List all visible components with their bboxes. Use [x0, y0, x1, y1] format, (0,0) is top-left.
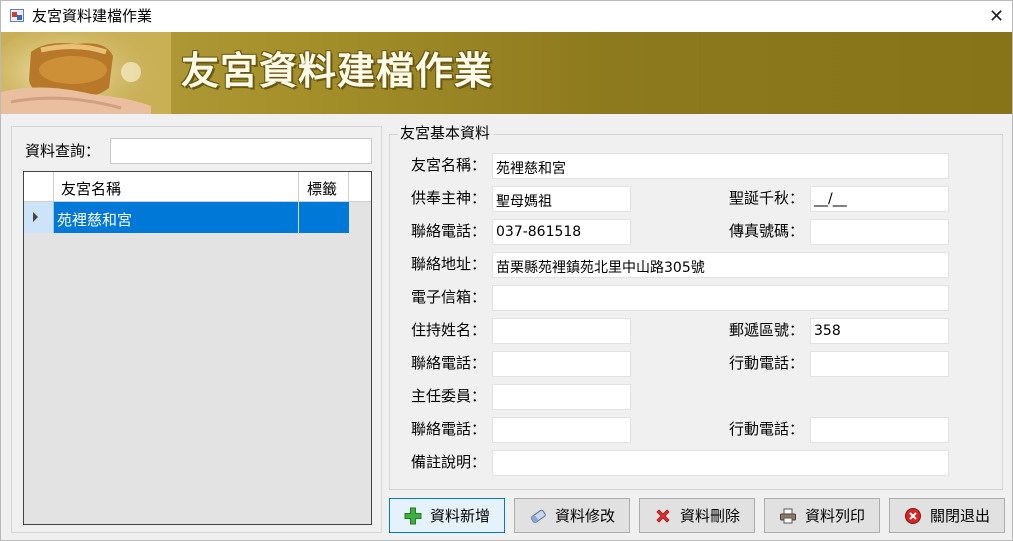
delete-record-label: 資料刪除: [679, 507, 740, 525]
close-circle-icon: [904, 507, 922, 525]
add-record-button[interactable]: 資料新增: [389, 498, 505, 533]
column-header-tag[interactable]: 標籤: [299, 172, 349, 202]
birthday-label: 聖誕千秋：: [729, 189, 805, 207]
edit-record-button[interactable]: 資料修改: [514, 498, 630, 533]
cell-tag[interactable]: [299, 202, 349, 233]
basic-info-group-title: 友宮基本資料: [398, 124, 494, 142]
temple-name-field[interactable]: 苑裡慈和宮: [492, 153, 949, 179]
email-label: 電子信箱：: [411, 288, 487, 306]
column-header-name[interactable]: 友宮名稱: [54, 172, 299, 202]
print-record-button[interactable]: 資料列印: [764, 498, 880, 533]
close-exit-button[interactable]: 關閉退出: [889, 498, 1005, 533]
deity-field[interactable]: 聖母媽祖: [492, 186, 631, 212]
edit-record-label: 資料修改: [554, 507, 615, 525]
abbot-mobile-field[interactable]: [810, 351, 949, 377]
phone-label: 聯絡電話：: [411, 222, 487, 240]
current-row-arrow-icon: [33, 212, 38, 222]
phone-field[interactable]: 037-861518: [492, 219, 631, 245]
delete-record-button[interactable]: 資料刪除: [639, 498, 755, 533]
grid-corner: [24, 172, 54, 202]
email-field[interactable]: [492, 285, 949, 311]
abbot-name-label: 住持姓名：: [411, 321, 487, 339]
search-label: 資料查詢：: [25, 142, 101, 160]
banner-title: 友宮資料建檔作業: [181, 48, 494, 93]
fax-field[interactable]: [810, 219, 949, 245]
abbot-mobile-label: 行動電話：: [729, 354, 805, 372]
window-title: 友宮資料建檔作業: [32, 7, 153, 25]
close-window-button[interactable]: ✕: [981, 1, 1012, 32]
grid-header: 友宮名稱 標籤: [24, 172, 371, 202]
chairman-mobile-label: 行動電話：: [729, 420, 805, 438]
abbot-name-field[interactable]: [492, 318, 631, 344]
header-banner: 友宮資料建檔作業: [1, 32, 1012, 114]
temple-list-grid[interactable]: 友宮名稱 標籤 苑裡慈和宮: [23, 171, 372, 525]
app-icon: [10, 9, 24, 22]
chairman-mobile-field[interactable]: [810, 417, 949, 443]
title-bar: 友宮資料建檔作業 ✕: [1, 1, 1012, 32]
eraser-icon: [529, 507, 547, 525]
postal-code-field[interactable]: 358: [810, 318, 949, 344]
print-record-label: 資料列印: [804, 507, 865, 525]
notes-label: 備註說明：: [411, 453, 487, 471]
postal-code-label: 郵遞區號：: [729, 321, 805, 339]
notes-field[interactable]: [492, 450, 949, 476]
deity-label: 供奉主神：: [411, 189, 487, 207]
chairman-phone-label: 聯絡電話：: [411, 420, 487, 438]
address-label: 聯絡地址：: [411, 255, 487, 273]
address-field[interactable]: 苗栗縣苑裡鎮苑北里中山路305號: [492, 252, 949, 278]
chairman-field[interactable]: [492, 384, 631, 410]
chairman-label: 主任委員：: [411, 387, 487, 405]
printer-icon: [779, 507, 797, 525]
close-exit-label: 關閉退出: [929, 507, 990, 525]
main-window: 友宮資料建檔作業 ✕ 友宮資料建檔作業 資料查詢： 友宮名稱 標籤 苑裡慈和宮 …: [0, 0, 1013, 541]
incense-burner-hands-image: [1, 32, 171, 114]
abbot-phone-label: 聯絡電話：: [411, 354, 487, 372]
chairman-phone-field[interactable]: [492, 417, 631, 443]
cell-temple-name[interactable]: 苑裡慈和宮: [54, 202, 299, 233]
plus-icon: [404, 507, 422, 525]
birthday-field[interactable]: __/__: [810, 186, 949, 212]
row-header[interactable]: [24, 202, 54, 233]
search-input[interactable]: [110, 138, 372, 164]
abbot-phone-field[interactable]: [492, 351, 631, 377]
temple-name-label: 友宮名稱：: [411, 156, 487, 174]
add-record-label: 資料新增: [429, 507, 490, 525]
table-row[interactable]: 苑裡慈和宮: [24, 202, 349, 233]
red-x-icon: [654, 507, 672, 525]
fax-label: 傳真號碼：: [729, 222, 805, 240]
